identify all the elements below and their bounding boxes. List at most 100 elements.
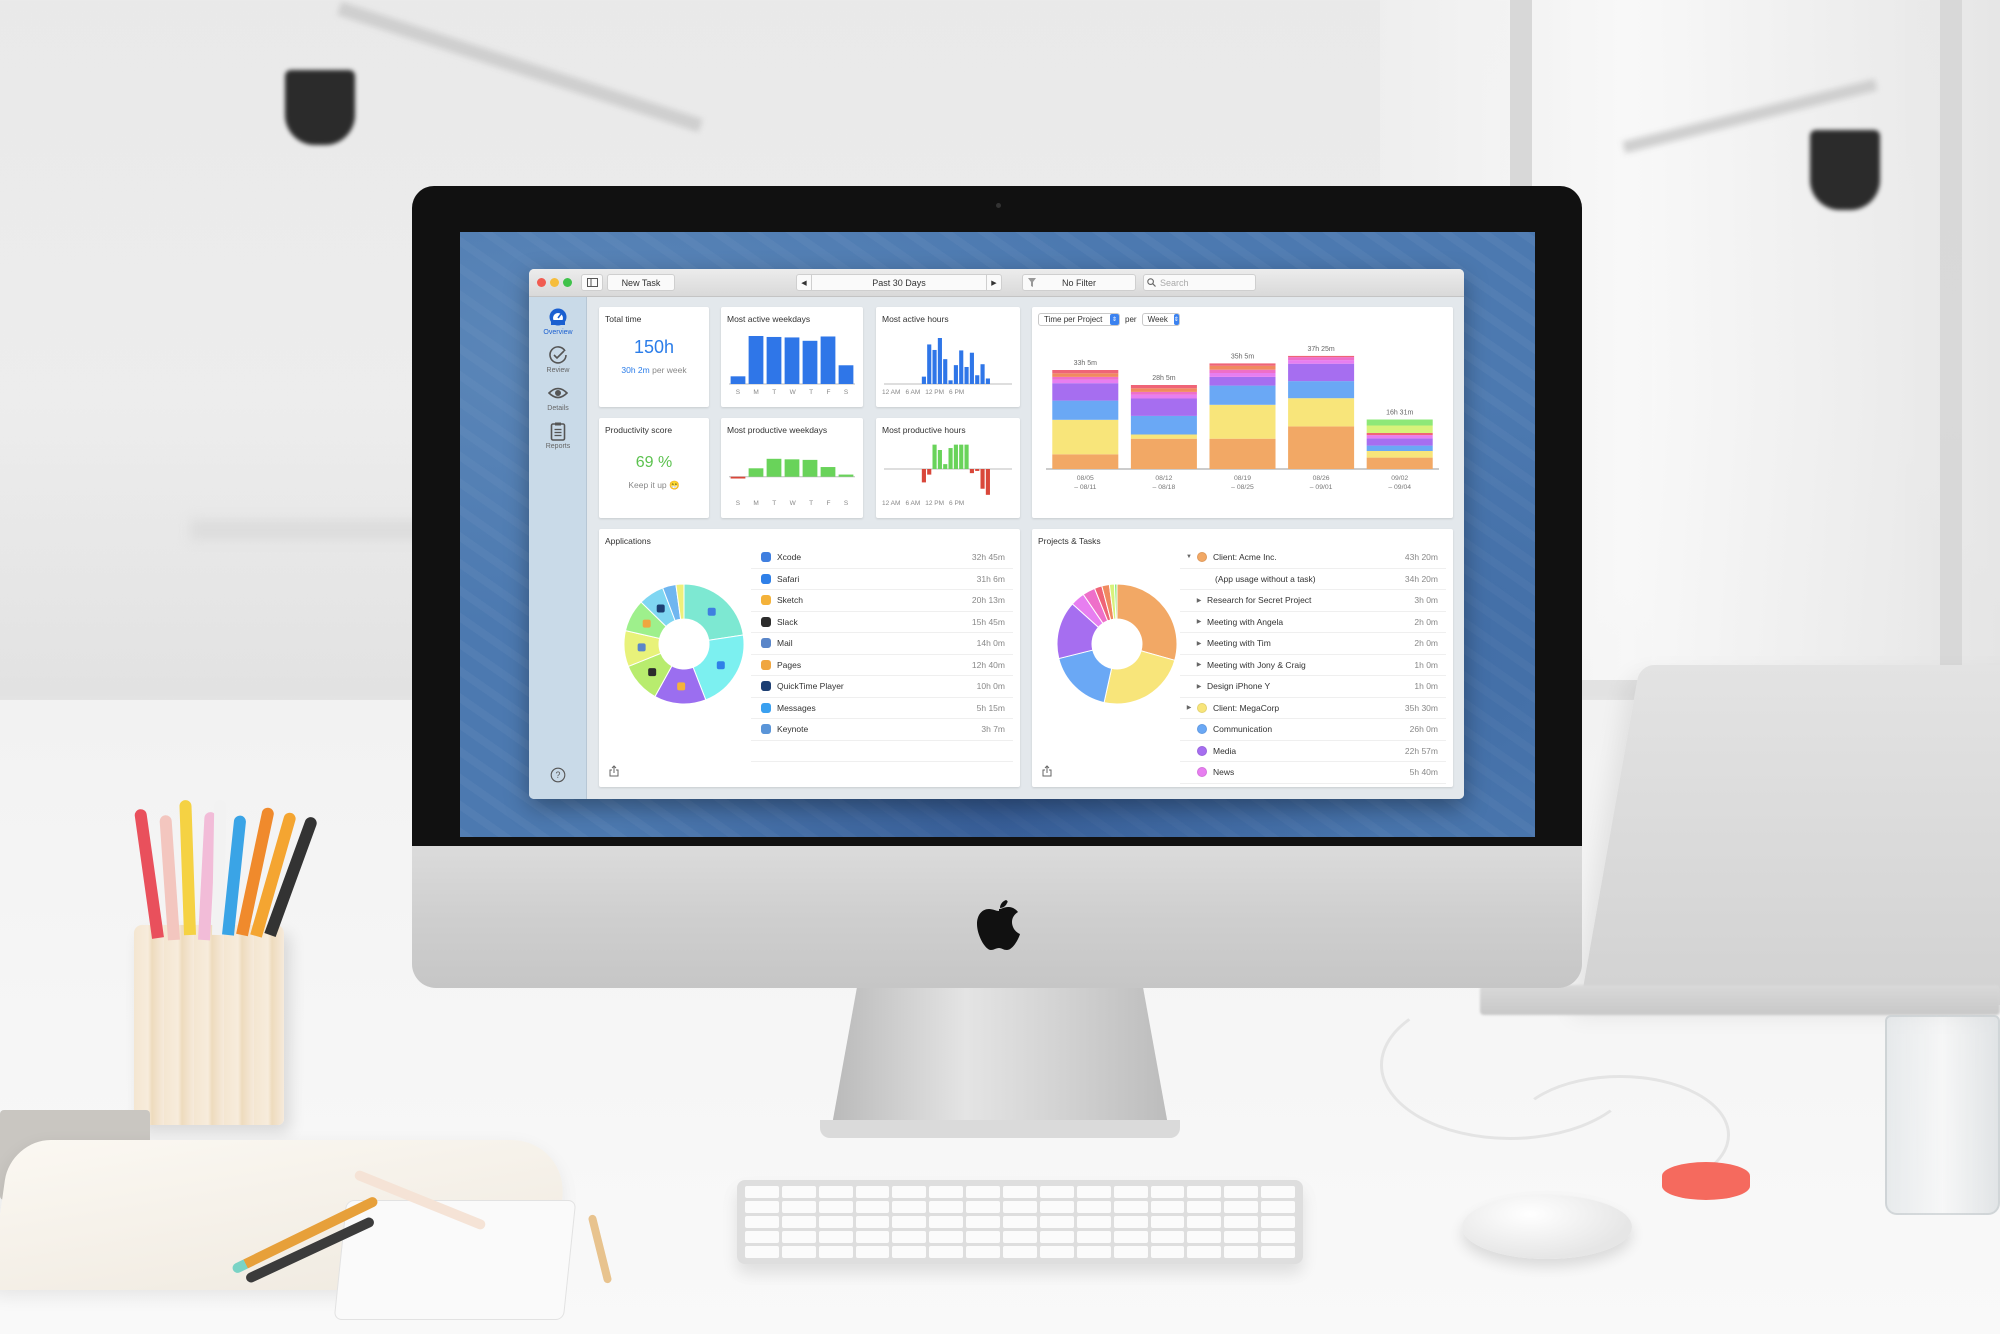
task-row[interactable]: ▶ Design iPhone Y 1h 0m [1180, 676, 1446, 698]
desktop-screen: New Task ◀ Past 30 Days ▶ No Filter Sear… [460, 232, 1535, 837]
hour-tick-label: 6 AM [905, 389, 921, 396]
application-duration: 12h 40m [971, 659, 1005, 670]
application-row[interactable]: Keynote 3h 7m [751, 719, 1013, 741]
week-tick-label: – 08/11 [1074, 484, 1096, 491]
weekday-tick-label: T [772, 500, 777, 507]
keyboard-key [1187, 1246, 1222, 1258]
next-period-button[interactable]: ▶ [986, 274, 1002, 291]
application-duration: 32h 45m [971, 552, 1005, 563]
disclosure-collapsed-icon[interactable]: ▶ [1194, 683, 1204, 690]
application-name: Sketch [777, 595, 803, 606]
week-tick-label: 09/02 [1391, 475, 1408, 482]
keyboard-key [818, 1246, 853, 1258]
week-tick-label: – 09/04 [1388, 484, 1411, 491]
minimize-window-button[interactable] [550, 278, 559, 287]
week-tick-label: – 09/01 [1310, 484, 1333, 491]
disclosure-expanded-icon[interactable]: ▼ [1184, 554, 1194, 560]
search-field[interactable]: Search [1143, 274, 1256, 291]
previous-period-button[interactable]: ◀ [796, 274, 812, 291]
disclosure-collapsed-icon[interactable]: ▶ [1194, 640, 1204, 647]
project-name: News [1213, 767, 1235, 778]
hour-bar-9 [932, 444, 937, 469]
card-title: Productivity score [605, 425, 673, 435]
metric-select[interactable]: Time per Project ⇕ [1038, 313, 1120, 326]
keyboard-key [745, 1246, 779, 1258]
hour-bar-7 [921, 469, 926, 483]
projects-list: ▼ Client: Acme Inc. 43h 20m (App usage with… [1180, 547, 1446, 787]
bar-t-4 [802, 340, 818, 384]
stacked-segment-client-megacorp [1209, 404, 1276, 439]
task-name: Design iPhone Y [1207, 681, 1271, 692]
keyboard-key [1003, 1216, 1037, 1228]
clipboard-icon [550, 422, 566, 441]
weekday-tick-label: T [809, 389, 814, 396]
application-row[interactable]: Messages 5h 15m [751, 698, 1013, 719]
close-window-button[interactable] [537, 278, 546, 287]
application-row[interactable]: Pages 12h 40m [751, 655, 1013, 676]
share-icon[interactable] [1042, 765, 1052, 777]
imac-stand [830, 986, 1170, 1136]
date-range-button[interactable]: Past 30 Days [811, 274, 987, 291]
filter-button[interactable]: No Filter [1022, 274, 1136, 291]
stacked-segment-project-8 [1209, 363, 1276, 366]
task-row[interactable]: ▶ Research for Secret Project 3h 0m [1180, 590, 1446, 612]
pages-icon [642, 619, 651, 628]
new-task-button[interactable]: New Task [607, 274, 675, 291]
task-row[interactable]: ▶ Meeting with Angela 2h 0m [1180, 612, 1446, 633]
keyboard-key [781, 1231, 816, 1243]
project-row[interactable]: News 5h 40m [1180, 762, 1446, 784]
project-row[interactable]: Communication 26h 0m [1180, 719, 1446, 741]
project-row[interactable]: Media 22h 57m [1180, 741, 1446, 762]
application-row[interactable]: Sketch 20h 13m [751, 590, 1013, 612]
sidebar-item-reports[interactable]: Reports [529, 421, 587, 450]
application-name: Pages [777, 659, 802, 670]
stacked-segment-project-6 [1209, 369, 1276, 373]
share-icon[interactable] [609, 765, 619, 777]
xcode-hammer-icon [761, 552, 771, 563]
hour-bar-18 [980, 469, 985, 489]
task-row[interactable]: ▶ Meeting with Jony & Craig 1h 0m [1180, 655, 1446, 676]
help-button[interactable]: ? [529, 767, 587, 783]
hourly-activity-chart [884, 338, 1012, 385]
project-row[interactable]: ▶ Client: MegaCorp 35h 30m [1180, 698, 1446, 719]
project-color-dot [1197, 552, 1207, 563]
period-select[interactable]: Week ⇕ [1141, 313, 1180, 326]
disclosure-collapsed-icon[interactable]: ▶ [1194, 597, 1204, 604]
disclosure-collapsed-icon[interactable]: ▶ [1194, 661, 1204, 668]
application-row[interactable]: QuickTime Player 10h 0m [751, 676, 1013, 698]
empty-row [751, 741, 1013, 762]
imac-stand-foot [820, 1120, 1180, 1138]
week-tick-label: 08/12 [1155, 475, 1172, 482]
toolbar: New Task ◀ Past 30 Days ▶ No Filter Sear… [529, 269, 1464, 297]
weekday-tick-label: F [826, 500, 831, 507]
task-row[interactable]: ▶ Meeting with Tim 2h 0m [1180, 633, 1446, 655]
disclosure-collapsed-icon[interactable]: ▶ [1194, 618, 1204, 625]
weekday-tick-label: W [789, 389, 796, 396]
task-row[interactable]: (App usage without a task) 34h 20m [1180, 569, 1446, 590]
hour-bar-19 [985, 378, 990, 384]
task-name: Research for Secret Project [1207, 595, 1312, 606]
camera-icon [996, 203, 1001, 208]
disclosure-collapsed-icon[interactable]: ▶ [1184, 704, 1194, 711]
application-name: Slack [777, 616, 798, 627]
week-tick-label: 08/05 [1077, 475, 1094, 482]
safari-compass-icon [716, 661, 725, 670]
application-row[interactable]: Safari 31h 6m [751, 569, 1013, 590]
sidebar-item-review[interactable]: Review [529, 345, 587, 374]
project-duration: 1h 0m [1414, 659, 1438, 670]
stacked-segment-project-8 [1288, 355, 1355, 358]
slack-icon [648, 668, 657, 677]
application-row[interactable]: Slack 15h 45m [751, 612, 1013, 633]
sidebar-item-overview[interactable]: Overview [529, 307, 587, 336]
project-row[interactable]: ▼ Client: Acme Inc. 43h 20m [1180, 547, 1446, 569]
toggle-sidebar-button[interactable] [581, 274, 603, 291]
metric-select-value: Time per Project [1044, 315, 1103, 324]
application-row[interactable]: Xcode 32h 45m [751, 547, 1013, 569]
application-duration: 31h 6m [976, 573, 1005, 584]
application-row[interactable]: Mail 14h 0m [751, 633, 1013, 655]
sidebar-item-details[interactable]: Details [529, 383, 587, 412]
keyboard-key [1261, 1231, 1295, 1243]
bar-t-2 [766, 336, 782, 384]
messages-bubble-icon [761, 702, 771, 713]
zoom-window-button[interactable] [563, 278, 572, 287]
